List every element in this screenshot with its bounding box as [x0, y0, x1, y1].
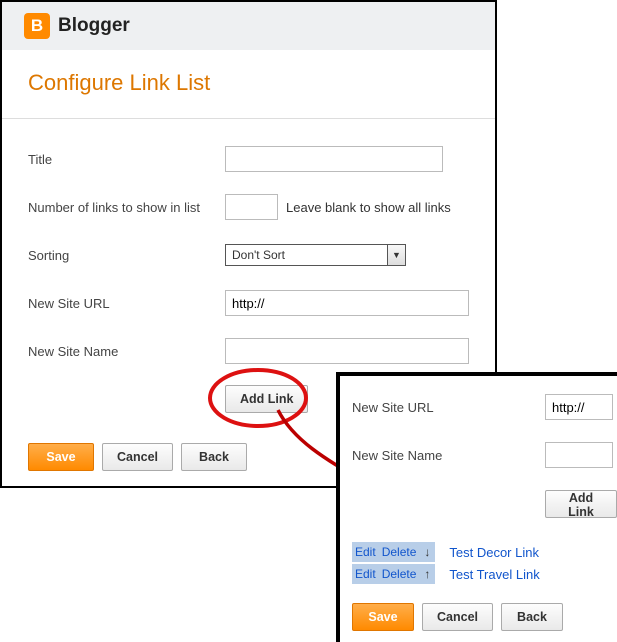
title-input[interactable] — [225, 146, 443, 172]
edit-delete-controls: Edit Delete ↑ — [352, 564, 435, 584]
edit-link[interactable]: Edit — [352, 567, 379, 581]
list-item: Edit Delete ↑ Test Travel Link — [352, 563, 617, 585]
title-label: Title — [28, 152, 225, 167]
popup-cancel-button[interactable]: Cancel — [422, 603, 493, 631]
row-title: Title — [28, 145, 469, 173]
popup-url-label: New Site URL — [352, 400, 545, 415]
edit-delete-controls: Edit Delete ↓ — [352, 542, 435, 562]
popup-save-button[interactable]: Save — [352, 603, 414, 631]
cancel-button[interactable]: Cancel — [102, 443, 173, 471]
popup-url-input[interactable] — [545, 394, 613, 420]
popup-back-button[interactable]: Back — [501, 603, 563, 631]
row-sorting: Sorting Don't Sort ▼ — [28, 241, 469, 269]
sorting-select[interactable]: Don't Sort ▼ — [225, 244, 406, 266]
link-list: Edit Delete ↓ Test Decor Link Edit Delet… — [352, 541, 617, 585]
popup-name-label: New Site Name — [352, 448, 545, 463]
list-item: Edit Delete ↓ Test Decor Link — [352, 541, 617, 563]
url-input[interactable] — [225, 290, 469, 316]
brand-name: Blogger — [58, 15, 130, 37]
popup-panel: New Site URL New Site Name Add Link Edit… — [336, 372, 617, 642]
sorting-label: Sorting — [28, 248, 225, 263]
site-link[interactable]: Test Decor Link — [449, 545, 539, 560]
header-bar: B Blogger — [2, 2, 495, 50]
popup-row-name: New Site Name — [352, 442, 617, 468]
sorting-value: Don't Sort — [226, 245, 387, 265]
sitename-input[interactable] — [225, 338, 469, 364]
delete-link[interactable]: Delete — [379, 567, 420, 581]
move-down-icon[interactable]: ↓ — [419, 545, 435, 559]
popup-button-row: Save Cancel Back — [352, 603, 617, 631]
add-link-button[interactable]: Add Link — [225, 385, 308, 413]
popup-name-input[interactable] — [545, 442, 613, 468]
numlinks-hint: Leave blank to show all links — [286, 200, 451, 215]
page-title: Configure Link List — [2, 50, 495, 118]
numlinks-input[interactable] — [225, 194, 278, 220]
blogger-logo-icon: B — [24, 13, 50, 39]
url-label: New Site URL — [28, 296, 225, 311]
edit-link[interactable]: Edit — [352, 545, 379, 559]
sitename-label: New Site Name — [28, 344, 225, 359]
numlinks-label: Number of links to show in list — [28, 200, 225, 215]
move-up-icon[interactable]: ↑ — [419, 567, 435, 581]
popup-add-link-button[interactable]: Add Link — [545, 490, 617, 518]
site-link[interactable]: Test Travel Link — [449, 567, 539, 582]
row-numlinks: Number of links to show in list Leave bl… — [28, 193, 469, 221]
back-button[interactable]: Back — [181, 443, 247, 471]
row-sitename: New Site Name — [28, 337, 469, 365]
row-url: New Site URL — [28, 289, 469, 317]
popup-addlink-area: Add Link — [545, 490, 617, 519]
save-button[interactable]: Save — [28, 443, 94, 471]
delete-link[interactable]: Delete — [379, 545, 420, 559]
popup-row-url: New Site URL — [352, 394, 617, 420]
chevron-down-icon: ▼ — [387, 245, 405, 265]
